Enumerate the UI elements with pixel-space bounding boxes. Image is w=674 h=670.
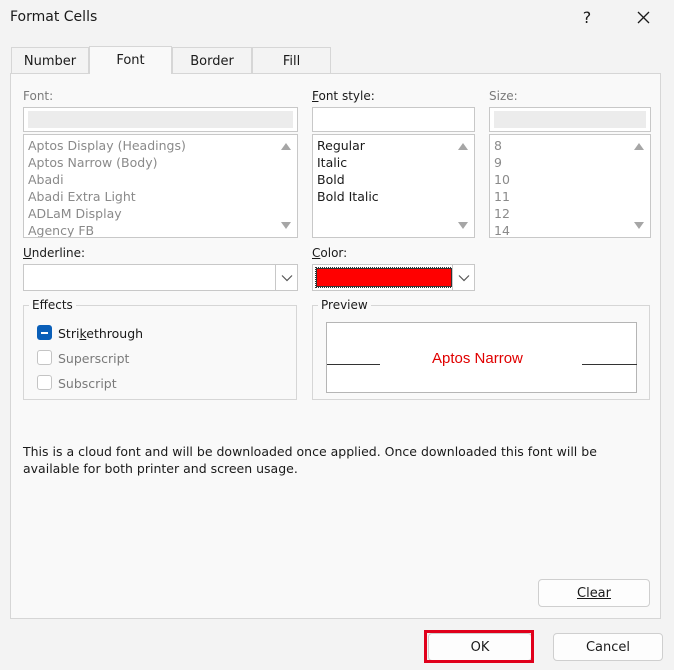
list-item: Aptos Narrow (Body) (28, 155, 158, 170)
color-swatch (315, 267, 453, 288)
list-item[interactable]: Regular (317, 137, 365, 154)
size-label: Size: (489, 89, 518, 103)
preview-sample-text: Aptos Narrow (432, 350, 523, 367)
color-label: Color: (312, 246, 348, 260)
dialog-title: Format Cells (10, 9, 98, 25)
ok-highlight-box (424, 630, 534, 663)
tab-fill[interactable]: Fill (252, 47, 331, 73)
font-label: Font: (23, 89, 54, 103)
list-item: Aptos Display (Headings) (28, 138, 186, 153)
preview-box: Aptos Narrow (326, 322, 637, 393)
tab-border[interactable]: Border (172, 47, 252, 73)
list-item: Abadi Extra Light (28, 189, 136, 204)
list-item: 9 (494, 155, 502, 170)
dropdown-arrow[interactable] (452, 265, 474, 290)
preview-baseline-right (582, 364, 637, 365)
cloud-font-info: This is a cloud font and will be downloa… (23, 444, 597, 476)
subscript-label[interactable]: Subscript (58, 376, 117, 391)
font-style-list[interactable]: Regular Italic Bold Bold Italic (312, 134, 475, 238)
color-dropdown[interactable] (312, 264, 475, 291)
superscript-checkbox[interactable] (37, 350, 52, 365)
chevron-down-icon (458, 275, 470, 282)
size-input (489, 107, 651, 132)
subscript-checkbox[interactable] (37, 375, 52, 390)
list-item: 10 (494, 172, 510, 187)
font-style-input[interactable] (312, 107, 475, 132)
underline-dropdown[interactable] (23, 264, 298, 291)
list-item: Abadi (28, 172, 64, 187)
preview-title: Preview (318, 298, 371, 312)
strikethrough-checkbox[interactable] (37, 325, 52, 340)
scroll-down-icon (281, 222, 291, 229)
tab-font[interactable]: Font (89, 46, 172, 74)
list-item: 14 (494, 223, 510, 238)
effects-title: Effects (29, 298, 76, 312)
font-style-label: Font style: (312, 89, 375, 103)
close-icon (637, 11, 649, 24)
list-item: 12 (494, 206, 510, 221)
scroll-up-icon (281, 143, 291, 150)
cancel-button[interactable]: Cancel (553, 633, 663, 661)
close-button[interactable] (628, 4, 658, 32)
list-item[interactable]: Bold Italic (317, 188, 379, 205)
underline-label: Underline: (23, 246, 86, 260)
chevron-down-icon (281, 275, 293, 282)
preview-baseline-left (327, 364, 380, 365)
list-item[interactable]: Italic (317, 154, 347, 171)
scroll-down-icon[interactable] (458, 222, 468, 229)
list-item: 8 (494, 138, 502, 153)
scroll-down-icon (634, 222, 644, 229)
font-list: Aptos Display (Headings) Aptos Narrow (B… (23, 134, 298, 238)
dropdown-arrow[interactable] (275, 265, 297, 290)
tab-number[interactable]: Number (11, 47, 89, 73)
font-input (23, 107, 298, 132)
strikethrough-label[interactable]: Strikethrough (58, 326, 143, 341)
superscript-label[interactable]: Superscript (58, 351, 129, 366)
help-button[interactable]: ? (572, 4, 602, 32)
list-item: Agency FB (28, 223, 95, 238)
list-item[interactable]: Bold (317, 171, 345, 188)
list-item: ADLaM Display (28, 206, 122, 221)
scroll-up-icon (634, 143, 644, 150)
scroll-up-icon[interactable] (458, 143, 468, 150)
clear-button[interactable]: Clear (538, 579, 650, 607)
size-list: 8 9 10 11 12 14 (489, 134, 651, 238)
list-item: 11 (494, 189, 510, 204)
